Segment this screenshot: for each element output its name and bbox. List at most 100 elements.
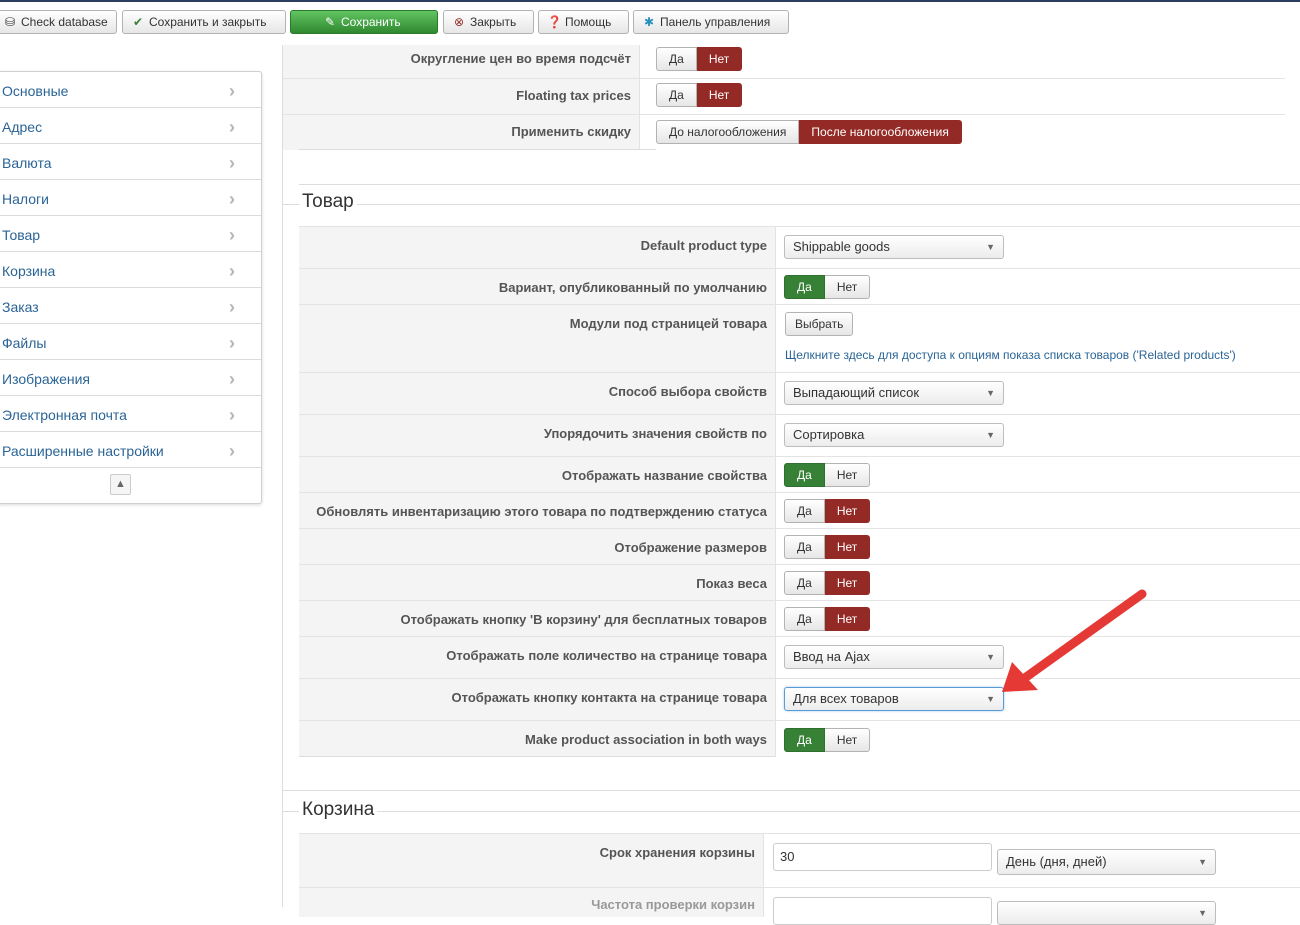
no-option[interactable]: Нет: [824, 535, 871, 559]
sidebar-item-currency[interactable]: Валюта ›: [0, 144, 261, 180]
sidebar-item-product[interactable]: Товар ›: [0, 216, 261, 252]
yes-option[interactable]: Да: [784, 571, 825, 595]
after-tax-option[interactable]: После налогообложения: [799, 120, 962, 144]
help-icon: ❓: [547, 15, 562, 29]
dropdown-arrow-icon: ▼: [986, 652, 995, 662]
sidebar-item-main[interactable]: Основные ›: [0, 72, 261, 108]
yes-option[interactable]: Да: [784, 535, 825, 559]
characteristic-order-select[interactable]: Сортировка ▼: [784, 423, 1004, 447]
no-option[interactable]: Нет: [824, 607, 871, 631]
cart-retention-unit-select[interactable]: День (дня, дней) ▼: [997, 849, 1216, 875]
setting-label: Упорядочить значения свойств по: [543, 426, 767, 441]
choose-modules-button[interactable]: Выбрать: [785, 312, 854, 336]
setting-label: Срок хранения корзины: [599, 845, 755, 860]
free-cart-button-toggle: Да Нет: [784, 607, 871, 631]
setting-label: Отображение размеров: [614, 540, 767, 555]
setting-label: Отображать название свойства: [561, 468, 767, 483]
chevron-right-icon: ›: [229, 225, 235, 245]
show-weight-toggle: Да Нет: [784, 571, 871, 595]
no-option[interactable]: Нет: [696, 47, 743, 71]
sidebar-item-files[interactable]: Файлы ›: [0, 324, 261, 360]
no-option[interactable]: Нет: [824, 463, 871, 487]
default-product-type-select[interactable]: Shippable goods ▼: [784, 235, 1004, 259]
chevron-right-icon: ›: [229, 369, 235, 389]
close-circle-icon: ⊗: [453, 15, 465, 29]
dropdown-arrow-icon: ▼: [986, 242, 995, 252]
yes-option[interactable]: Да: [784, 275, 825, 299]
discount-toggle: До налогообложения После налогообложения: [656, 120, 962, 144]
cart-retention-input[interactable]: 30: [773, 843, 992, 871]
setting-label: Модули под страницей товара: [569, 316, 767, 331]
quantity-field-select[interactable]: Ввод на Ajax ▼: [784, 645, 1004, 669]
cart-check-frequency-unit-select[interactable]: ▼: [997, 901, 1216, 925]
chevron-right-icon: ›: [229, 441, 235, 461]
yes-option[interactable]: Да: [784, 463, 825, 487]
setting-label: Floating tax prices: [516, 88, 631, 103]
yes-option[interactable]: Да: [784, 499, 825, 523]
yes-option[interactable]: Да: [656, 47, 697, 71]
asterisk-icon: ✱: [643, 15, 655, 29]
main-content: Округление цен во время подсчёт Да Нет F…: [282, 45, 1300, 925]
control-panel-button[interactable]: ✱ Панель управления: [633, 10, 789, 34]
chevron-right-icon: ›: [229, 81, 235, 101]
check-database-button[interactable]: ⛁ Check database: [0, 10, 117, 34]
sidebar-item-address[interactable]: Адрес ›: [0, 108, 261, 144]
save-and-close-button[interactable]: ✔ Сохранить и закрыть: [122, 10, 286, 34]
related-products-link[interactable]: Щелкните здесь для доступа к опциям пока…: [785, 348, 1236, 362]
chevron-right-icon: ›: [229, 189, 235, 209]
floating-tax-toggle: Да Нет: [656, 83, 743, 107]
setting-label: Вариант, опубликованный по умолчанию: [498, 280, 767, 295]
help-button[interactable]: ❓ Помощь: [538, 10, 629, 34]
setting-label: Частота проверки корзин: [591, 897, 755, 912]
database-icon: ⛁: [4, 15, 16, 29]
no-option[interactable]: Нет: [696, 83, 743, 107]
sidebar-item-cart[interactable]: Корзина ›: [0, 252, 261, 288]
no-option[interactable]: Нет: [824, 499, 871, 523]
setting-row: Округление цен во время подсчёт: [283, 45, 1285, 78]
sidebar-item-taxes[interactable]: Налоги ›: [0, 180, 261, 216]
setting-label: Make product association in both ways: [525, 732, 767, 747]
yes-option[interactable]: Да: [784, 607, 825, 631]
dropdown-arrow-icon: ▼: [986, 388, 995, 398]
show-dimensions-toggle: Да Нет: [784, 535, 871, 559]
contact-button-select[interactable]: Для всех товаров ▼: [784, 687, 1004, 711]
sidebar-item-order[interactable]: Заказ ›: [0, 288, 261, 324]
yes-option[interactable]: Да: [656, 83, 697, 107]
chevron-right-icon: ›: [229, 297, 235, 317]
setting-label: Округление цен во время подсчёт: [410, 51, 631, 66]
edit-icon: ✎: [324, 15, 336, 29]
setting-label: Отображать поле количество на странице т…: [446, 648, 767, 663]
yes-option[interactable]: Да: [784, 728, 825, 752]
setting-label: Применить скидку: [511, 124, 631, 139]
collapse-up-icon[interactable]: ▲: [110, 474, 131, 495]
rounding-toggle: Да Нет: [656, 47, 743, 71]
product-association-toggle: Да Нет: [784, 728, 871, 752]
setting-label: Default product type: [640, 238, 767, 253]
sidebar-item-images[interactable]: Изображения ›: [0, 360, 261, 396]
sidebar-item-email[interactable]: Электронная почта ›: [0, 396, 261, 432]
no-option[interactable]: Нет: [824, 571, 871, 595]
setting-label: Показ веса: [696, 576, 767, 591]
sidebar-item-advanced[interactable]: Расширенные настройки ›: [0, 432, 261, 468]
setting-row: Floating tax prices: [283, 78, 1285, 114]
dropdown-arrow-icon: ▼: [986, 430, 995, 440]
no-option[interactable]: Нет: [824, 728, 871, 752]
cart-section-title: Корзина: [299, 799, 378, 821]
setting-label: Отображать кнопку 'В корзину' для беспла…: [400, 612, 768, 627]
chevron-right-icon: ›: [229, 261, 235, 281]
setting-label: Отображать кнопку контакта на странице т…: [451, 690, 767, 705]
cart-check-frequency-input[interactable]: [773, 897, 992, 925]
close-button[interactable]: ⊗ Закрыть: [443, 10, 534, 34]
setting-label: Обновлять инвентаризацию этого товара по…: [316, 504, 767, 519]
save-button[interactable]: ✎ Сохранить: [290, 10, 438, 34]
characteristic-select-method[interactable]: Выпадающий список ▼: [784, 381, 1004, 405]
setting-label: Способ выбора свойств: [608, 384, 767, 399]
chevron-right-icon: ›: [229, 117, 235, 137]
chevron-right-icon: ›: [229, 333, 235, 353]
before-tax-option[interactable]: До налогообложения: [656, 120, 800, 144]
chevron-right-icon: ›: [229, 153, 235, 173]
dropdown-arrow-icon: ▼: [1198, 908, 1207, 918]
no-option[interactable]: Нет: [824, 275, 871, 299]
chevron-right-icon: ›: [229, 405, 235, 425]
product-section-title: Товар: [299, 191, 357, 213]
